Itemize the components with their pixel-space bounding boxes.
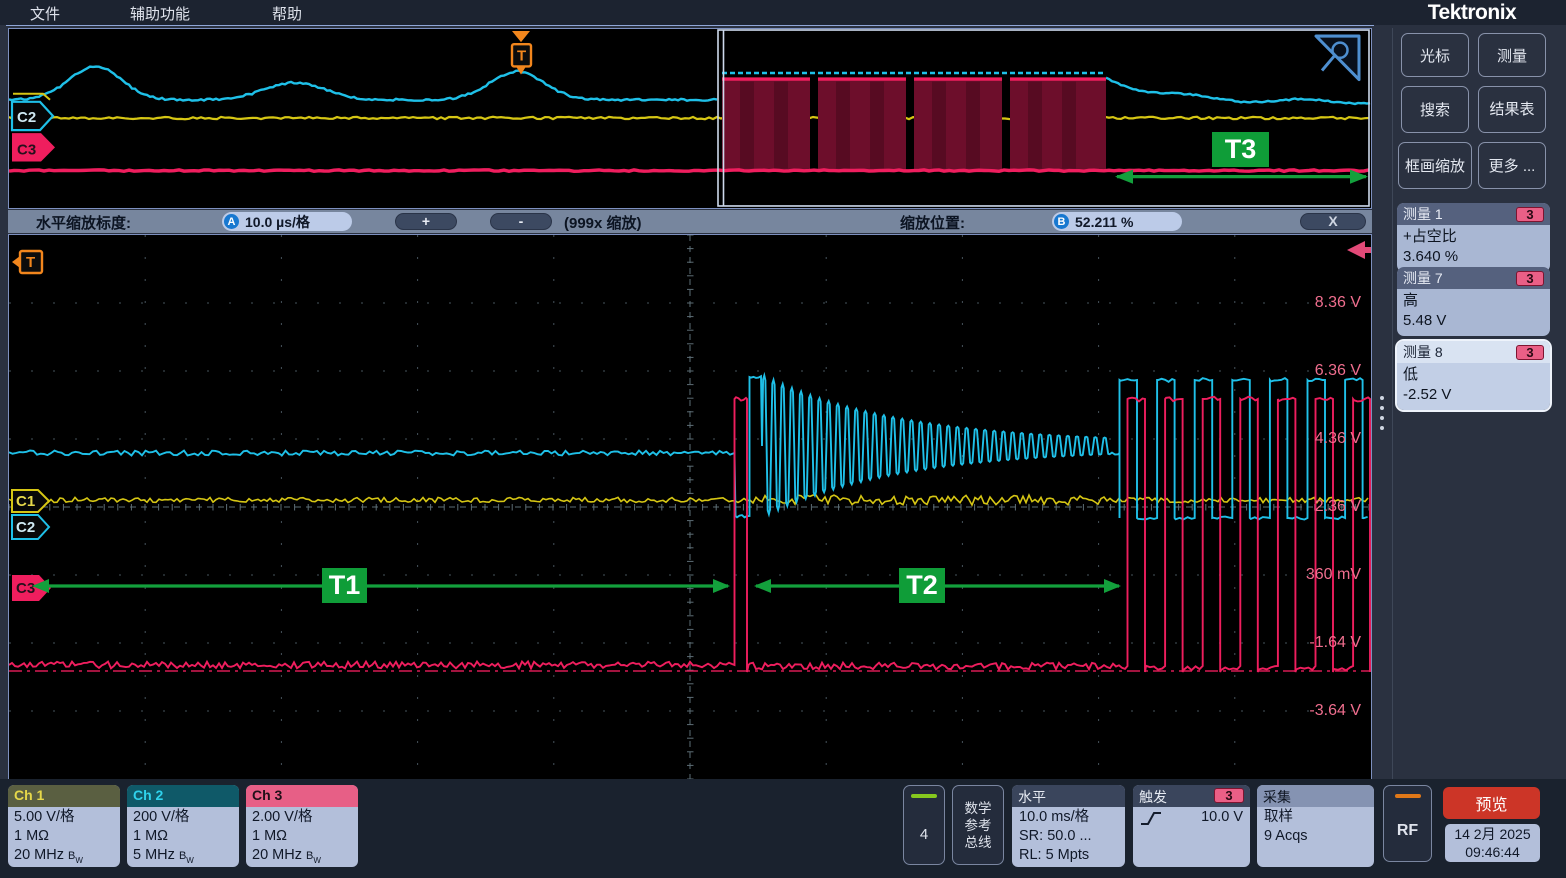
volt-scale-label: -1.64 V — [1249, 632, 1361, 654]
c3-badge-label: C3 — [17, 141, 36, 158]
ch2-scale: 200 V/格 — [133, 808, 233, 827]
trigger-badge[interactable]: 触发 3 10.0 V — [1133, 785, 1250, 867]
trigger-level: 10.0 V — [1201, 808, 1243, 827]
more-button[interactable]: 更多 ... — [1478, 142, 1546, 189]
rf-color-line — [1395, 794, 1421, 798]
main-waveform-panel[interactable]: C1 C2 C3 — [8, 234, 1372, 780]
ch1-bandwidth: 20 MHz BW — [14, 846, 114, 867]
zoom-toolbar: 水平缩放标度: A 10.0 µs/格 + - (999x 缩放) 缩放位置: … — [8, 210, 1372, 233]
measurement-name: 低 — [1403, 365, 1544, 385]
measure-button[interactable]: 测量 — [1478, 33, 1546, 77]
datetime-badge[interactable]: 14 2月 2025 09:46:44 — [1445, 824, 1540, 862]
draw-box-zoom-button[interactable]: 框画缩放 — [1398, 142, 1472, 189]
ch4-color-line — [911, 794, 937, 798]
zoom-scale-label: 水平缩放标度: — [36, 212, 131, 233]
channel-1-badge[interactable]: Ch 1 5.00 V/格 1 MΩ 20 MHz BW — [8, 785, 120, 867]
measurement-value: -2.52 V — [1403, 385, 1544, 405]
bottom-bar: Ch 1 5.00 V/格 1 MΩ 20 MHz BW Ch 2 200 V/… — [0, 779, 1566, 878]
menu-file[interactable]: 文件 — [30, 3, 60, 24]
menu-utility[interactable]: 辅助功能 — [130, 3, 190, 24]
menu-help[interactable]: 帮助 — [272, 3, 302, 24]
horizontal-scale: 10.0 ms/格 — [1019, 808, 1118, 827]
results-table-button[interactable]: 结果表 — [1478, 86, 1546, 133]
volt-scale-label: -3.64 V — [1249, 700, 1361, 722]
volt-scale-label: 8.36 V — [1249, 292, 1361, 314]
volt-scale-label: 4.36 V — [1249, 428, 1361, 450]
preview-button[interactable]: 预览 — [1443, 787, 1540, 819]
horizontal-badge[interactable]: 水平 10.0 ms/格 SR: 50.0 ... RL: 5 Mpts — [1012, 785, 1125, 867]
ch1-scale: 5.00 V/格 — [14, 808, 114, 827]
tektronix-logo: Tektronix — [1398, 1, 1546, 27]
overview-channel-badges[interactable]: C2 C3 — [12, 94, 55, 162]
svg-text:T: T — [517, 47, 527, 64]
multipurpose-b-icon: B — [1054, 214, 1069, 229]
trigger-source-badge: 3 — [1214, 788, 1244, 803]
search-button[interactable]: 搜索 — [1401, 86, 1469, 133]
c1-badge-label: C1 — [16, 493, 35, 510]
zoom-position-label: 缩放位置: — [900, 212, 965, 233]
measurement-badge-1[interactable]: 测量 1 3 +占空比 3.640 % — [1397, 203, 1550, 272]
ch2-bandwidth: 5 MHz BW — [133, 846, 233, 867]
measurement-value: 3.640 % — [1403, 247, 1544, 267]
volt-scale-label: 6.36 V — [1249, 360, 1361, 382]
measurement-name: 高 — [1403, 291, 1544, 311]
t1-annotation-label: T1 — [322, 568, 367, 603]
channel-4-badge[interactable]: 4 — [903, 785, 945, 865]
zoom-scale-pill[interactable]: A 10.0 µs/格 — [222, 212, 352, 231]
acquisition-count: 9 Acqs — [1264, 827, 1367, 846]
zoom-trigger-marker[interactable]: T — [12, 251, 42, 273]
zoom-position-pill[interactable]: B 52.211 % — [1052, 212, 1182, 231]
menu-bar: 文件 辅助功能 帮助 — [0, 0, 1566, 25]
c2-badge-label: C2 — [16, 519, 35, 536]
volt-scale-label: 360 mV — [1249, 564, 1361, 586]
source-channel-badge: 3 — [1516, 271, 1544, 286]
sample-rate: SR: 50.0 ... — [1019, 827, 1118, 846]
measurement-value: 5.48 V — [1403, 311, 1544, 331]
time-text: 09:46:44 — [1445, 843, 1540, 861]
source-channel-badge: 3 — [1516, 345, 1544, 360]
channel-3-badge[interactable]: Ch 3 2.00 V/格 1 MΩ 20 MHz BW — [246, 785, 358, 867]
zoom-in-button[interactable]: + — [395, 213, 457, 230]
trigger-level-arrow[interactable] — [1347, 241, 1371, 259]
zoom-magnifier-icon[interactable] — [1316, 36, 1359, 79]
c2-badge-label: C2 — [17, 109, 36, 126]
t2-annotation-label: T2 — [899, 568, 945, 603]
c3-badge-label: C3 — [16, 580, 35, 597]
svg-text:T: T — [26, 254, 35, 271]
date-text: 14 2月 2025 — [1445, 825, 1540, 843]
measurement-name: +占空比 — [1403, 227, 1544, 247]
zoom-close-button[interactable]: X — [1300, 213, 1366, 230]
rising-edge-icon — [1140, 810, 1162, 826]
waveform-overview-panel[interactable]: T C2 C3 T3 — [8, 28, 1372, 209]
acquisition-badge[interactable]: 采集 取样 9 Acqs — [1257, 785, 1374, 867]
acquisition-mode: 取样 — [1264, 808, 1367, 827]
t1-annotation-arrow — [32, 579, 730, 593]
trigger-position-marker[interactable]: T — [512, 31, 531, 74]
cursors-button[interactable]: 光标 — [1401, 33, 1469, 77]
t3-annotation-label: T3 — [1212, 132, 1269, 167]
measurement-badge-8[interactable]: 测量 8 3 低 -2.52 V — [1397, 341, 1550, 410]
ch1-impedance: 1 MΩ — [14, 827, 114, 846]
display-area: T C2 C3 T3 — [6, 25, 1374, 779]
panel-drag-handle[interactable] — [1374, 25, 1392, 779]
ch3-impedance: 1 MΩ — [252, 827, 352, 846]
ch3-scale: 2.00 V/格 — [252, 808, 352, 827]
volt-scale-label: 2.36 V — [1249, 496, 1361, 518]
ch3-bandwidth: 20 MHz BW — [252, 846, 352, 867]
oscilloscope-app: 文件 辅助功能 帮助 Tektronix — [0, 0, 1566, 878]
ch2-impedance: 1 MΩ — [133, 827, 233, 846]
measurement-badge-7[interactable]: 测量 7 3 高 5.48 V — [1397, 267, 1550, 336]
right-sidebar: 光标 测量 搜索 结果表 框画缩放 更多 ... 测量 1 3 +占空比 3.6… — [1392, 28, 1566, 779]
record-length: RL: 5 Mpts — [1019, 846, 1118, 865]
overview-svg: T C2 C3 — [9, 29, 1371, 208]
zoom-factor-label: (999x 缩放) — [564, 212, 642, 233]
channel-2-badge[interactable]: Ch 2 200 V/格 1 MΩ 5 MHz BW — [127, 785, 239, 867]
zoom-out-button[interactable]: - — [490, 213, 552, 230]
main-svg: C1 C2 C3 — [9, 235, 1371, 779]
rf-badge[interactable]: RF — [1383, 785, 1432, 862]
source-channel-badge: 3 — [1516, 207, 1544, 222]
multipurpose-a-icon: A — [224, 214, 239, 229]
math-ref-bus-button[interactable]: 数学 参考 总线 — [952, 785, 1004, 865]
